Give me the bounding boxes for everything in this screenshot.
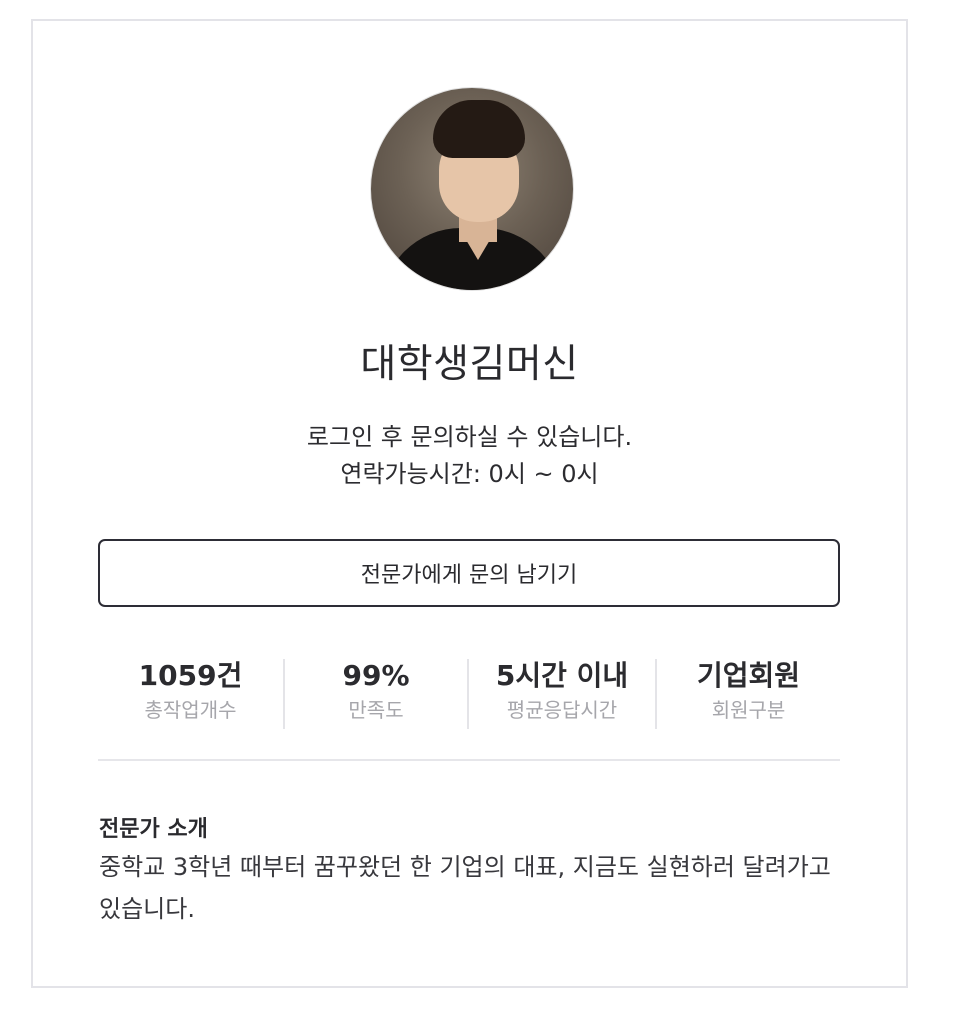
expert-profile-card: 대학생김머신 로그인 후 문의하실 수 있습니다. 연락가능시간: 0시 ~ 0… bbox=[31, 19, 908, 988]
stat-response-time: 5시간 이내 평균응답시간 bbox=[469, 657, 655, 731]
avatar-collar bbox=[459, 228, 497, 260]
expert-name: 대학생김머신 bbox=[360, 342, 579, 387]
stat-label: 회원구분 bbox=[711, 698, 786, 722]
inquiry-button[interactable]: 전문가에게 문의 남기기 bbox=[98, 539, 840, 607]
stat-label: 만족도 bbox=[348, 698, 404, 722]
intro-title: 전문가 소개 bbox=[99, 817, 208, 842]
stat-label: 총작업개수 bbox=[144, 698, 237, 722]
stat-value: 1059건 bbox=[138, 659, 243, 692]
stat-total-jobs: 1059건 총작업개수 bbox=[98, 657, 283, 731]
stat-member-type: 기업회원 회원구분 bbox=[657, 657, 840, 731]
section-divider bbox=[98, 759, 840, 761]
stat-value: 기업회원 bbox=[696, 659, 801, 692]
login-notice: 로그인 후 문의하실 수 있습니다. bbox=[306, 423, 633, 451]
stat-value: 5시간 이내 bbox=[495, 659, 629, 692]
stat-satisfaction: 99% 만족도 bbox=[285, 657, 467, 731]
stat-label: 평균응답시간 bbox=[506, 698, 618, 722]
avatar-hair bbox=[433, 100, 525, 158]
avatar bbox=[370, 87, 574, 291]
stat-value: 99% bbox=[342, 659, 410, 692]
stats-row: 1059건 총작업개수 99% 만족도 5시간 이내 평균응답시간 기업회원 회… bbox=[98, 657, 840, 731]
intro-body: 중학교 3학년 때부터 꿈꾸왔던 한 기업의 대표, 지금도 실현하러 달려가고… bbox=[99, 853, 831, 923]
contact-hours: 연락가능시간: 0시 ~ 0시 bbox=[340, 460, 599, 488]
